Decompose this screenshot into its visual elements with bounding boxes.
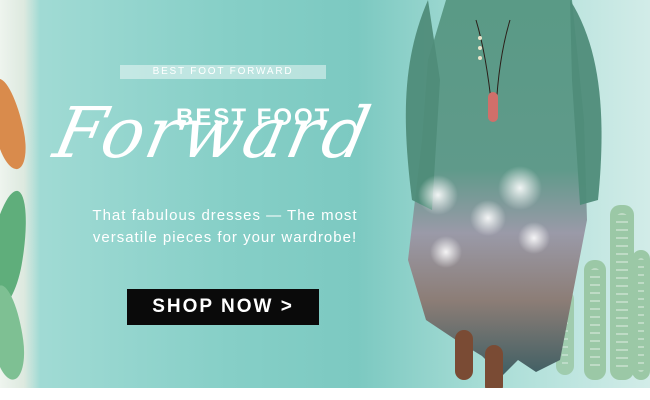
bottom-spacer — [0, 388, 650, 400]
promo-subcopy: That fabulous dresses — The most versati… — [92, 207, 358, 246]
model-foot — [455, 330, 473, 380]
promo-headline: BEST FOOT — [176, 104, 332, 131]
shop-now-label: SHOP NOW > — [152, 296, 294, 317]
promo-tag: BEST FOOT FORWARD — [120, 65, 326, 79]
model-dress-image — [405, 0, 602, 376]
promo-banner[interactable]: BEST FOOT FORWARD Forward BEST FOOT That… — [0, 0, 650, 388]
cactus-illustration — [632, 250, 650, 380]
cactus-illustration — [610, 205, 634, 380]
model-foot — [485, 345, 503, 388]
shop-now-button[interactable]: SHOP NOW > — [127, 289, 319, 325]
